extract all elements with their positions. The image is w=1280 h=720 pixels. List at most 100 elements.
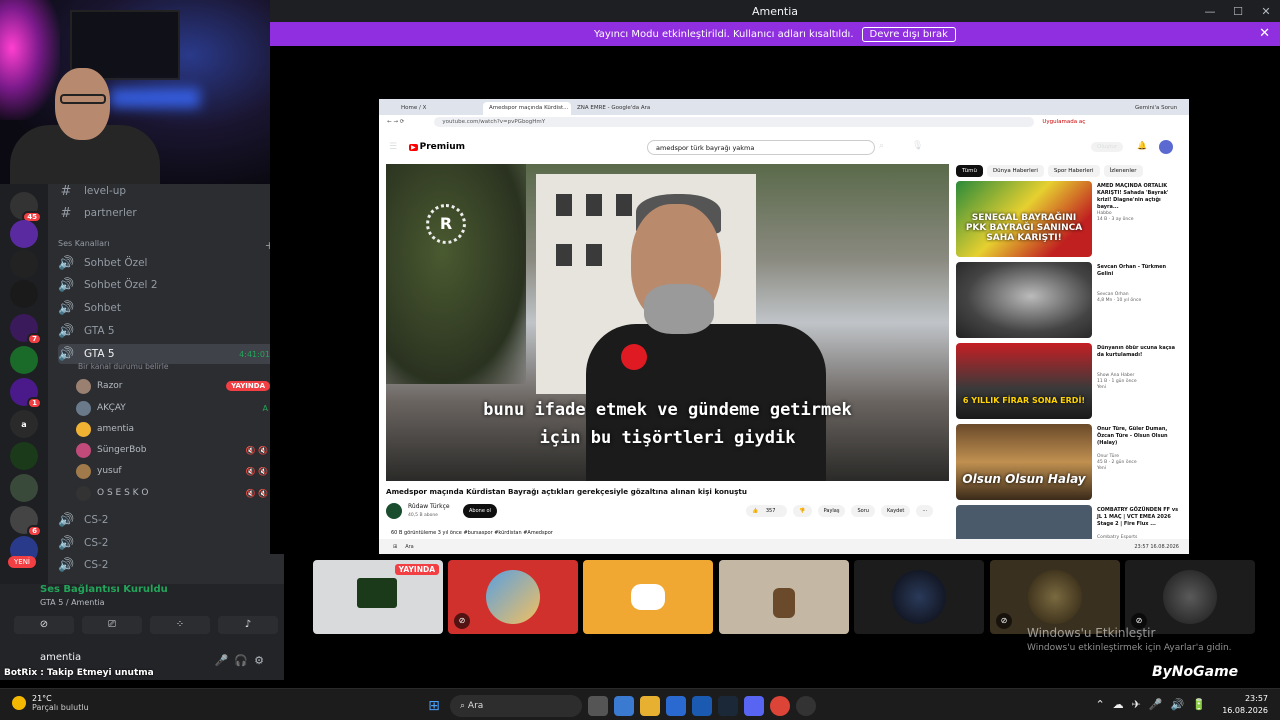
menu-icon[interactable]: ☰ [389,142,397,152]
rec-item[interactable]: 6 YILLIK FİRAR SONA ERDİ! Dünyanın öbür … [956,343,1184,421]
participant-tile-screen[interactable]: YAYINDA [313,560,443,634]
server-icon[interactable] [10,220,38,248]
chrome-icon[interactable] [770,696,790,716]
voice-channel-active[interactable]: 🔊 GTA 5 4:41:01 [58,344,278,364]
webcam-overlay [0,0,270,184]
nav-icons[interactable]: ← → ⟳ [387,119,404,125]
bell-icon[interactable]: 🔔 [1137,141,1147,150]
system-tray[interactable]: ⌃☁✈🎤🔊🔋 [1095,698,1214,711]
voice-channel[interactable]: 🔊 Sohbet Özel 2 [58,275,278,295]
server-icon[interactable] [10,280,38,308]
inner-search[interactable]: Ara [405,544,414,550]
avatar[interactable] [1159,140,1173,154]
subscribe-button[interactable]: Abone ol [463,504,497,518]
voice-user[interactable]: SüngerBob 🔇 🔇 [76,440,276,460]
shared-browser-window[interactable]: Home / X Amedspor maçında Kürdist... ZNA… [379,99,1189,554]
disable-streamer-mode-button[interactable]: Devre dışı bırak [861,26,956,42]
start-icon[interactable]: ⊞ [393,544,397,550]
copilot-icon[interactable] [614,696,634,716]
close-window-button[interactable]: ✕ [1252,5,1280,18]
chip[interactable]: Spor Haberleri [1047,165,1100,177]
like-button[interactable]: 👍 357 [746,505,788,517]
channel-level-up[interactable]: # level-up [58,184,278,201]
server-icon[interactable] [10,474,38,502]
channel-avatar[interactable] [386,503,402,519]
voice-channel[interactable]: 🔊 Sohbet [58,298,278,318]
rec-item[interactable]: Olsun Olsun Halay Onur Türe, Güler Duman… [956,424,1184,502]
server-icon[interactable]: 6 [10,506,42,537]
share-button[interactable]: Paylaş [817,505,846,517]
url-field[interactable]: youtube.com/watch?v=pvPGbogHmY [434,117,1035,127]
ask-button[interactable]: Soru [851,505,875,517]
rec-item[interactable]: Sevcan Orhan - Türkmen Gelini Sevcan Orha… [956,262,1184,340]
voice-category[interactable]: Ses Kanalları+ [58,239,278,252]
steam-icon[interactable] [718,696,738,716]
browser-tab[interactable]: ZNA EMRE - Google'da Ara [571,102,659,115]
voice-channel[interactable]: 🔊 CS-2 [58,555,278,575]
participant-tile[interactable]: ⊘ [448,560,578,634]
minimize-button[interactable]: — [1196,5,1224,18]
user-controls[interactable]: 🎤🎧⚙ [215,654,270,667]
voice-channel[interactable]: 🔊 Sohbet Özel [58,253,278,273]
voice-user[interactable]: AKÇAY A [76,398,276,418]
screen-share-button[interactable]: ⎚ [82,616,142,634]
participant-tile[interactable]: ⊘ [990,560,1120,634]
server-icon[interactable] [10,442,38,470]
store-icon[interactable] [666,696,686,716]
channel-sidebar: #level-up #partnerler Ses Kanalları+ 🔊So… [48,184,284,584]
server-icon[interactable] [10,250,38,278]
close-banner-icon[interactable]: ✕ [1259,26,1270,41]
server-icon[interactable]: 1 [10,378,42,409]
activities-button[interactable]: ⁘ [150,616,210,634]
taskbar-search[interactable]: ⌕ Ara [450,695,582,717]
save-button[interactable]: Kaydet [880,505,911,517]
maximize-button[interactable]: ☐ [1224,5,1252,18]
participant-tile[interactable] [854,560,984,634]
browser-tab[interactable]: Home / X [395,102,483,115]
soundboard-button[interactable]: ♪ [218,616,278,634]
voice-user[interactable]: yusuf 🔇 🔇 [76,461,276,481]
voice-channel[interactable]: 🔊 CS-2 [58,510,278,530]
more-icon[interactable]: ⋯ [916,505,934,517]
channel-name[interactable]: Rûdaw Türkçe [408,503,450,510]
gemini-button[interactable]: Gemini'a Sorun [1129,102,1189,115]
weather-widget[interactable]: 21°C Parçalı bulutlu [12,694,89,712]
channel-partnerler[interactable]: # partnerler [58,203,278,223]
youtube-logo[interactable]: ▶ Premium [409,142,465,152]
obs-icon[interactable] [796,696,816,716]
search-icon[interactable]: ⌕ [879,141,884,151]
rec-item[interactable]: SENEGAL BAYRAĞINI PKK BAYRAĞI SANINCA SA… [956,181,1184,259]
server-icon[interactable]: 45 [10,192,42,223]
camera-off-button[interactable]: ⊘ [14,616,74,634]
voice-user[interactable]: Razor YAYINDA [76,376,276,396]
search-input[interactable]: amedspor türk bayrağı yakma [647,140,875,155]
dislike-button[interactable]: 👎 [793,505,812,517]
mic-icon[interactable]: 🎙 [912,141,923,151]
channel-status[interactable]: Bir kanal durumu belirle [78,362,168,371]
create-button[interactable]: Oluştur [1091,142,1124,152]
chip[interactable]: Tümü [956,165,983,177]
voice-channel[interactable]: 🔊 GTA 5 [58,321,278,341]
start-icon[interactable]: ⊞ [424,696,444,716]
taskbar-clock[interactable]: 23:57 16.08.2026 [1222,693,1268,717]
server-icon[interactable]: 7 [10,314,42,345]
participant-tile[interactable] [719,560,849,634]
chip[interactable]: Dünya Haberleri [986,165,1044,177]
discord-icon[interactable] [744,696,764,716]
participant-tile[interactable] [583,560,713,634]
voice-user[interactable]: amentia [76,419,276,439]
task-view-icon[interactable] [588,696,608,716]
open-in-app-button[interactable]: Uygulamada aç [1042,119,1085,125]
video-player[interactable]: R bunu ifade etmek ve gündeme getirmek i… [386,164,949,481]
voice-user[interactable]: O S E S K O 🔇 🔇 [76,483,276,503]
participant-tile[interactable]: ⊘ [1125,560,1255,634]
mail-icon[interactable] [692,696,712,716]
voice-channel[interactable]: 🔊 CS-2 [58,533,278,553]
browser-tab-active[interactable]: Amedspor maçında Kürdist... [483,102,571,115]
server-icon[interactable]: a [10,410,38,438]
folder-icon[interactable] [640,696,660,716]
current-username[interactable]: amentia [40,652,81,663]
chip[interactable]: İzlenenler [1103,165,1143,177]
server-icon[interactable] [10,346,38,374]
voice-channel-path[interactable]: GTA 5 / Amentia [40,598,105,607]
